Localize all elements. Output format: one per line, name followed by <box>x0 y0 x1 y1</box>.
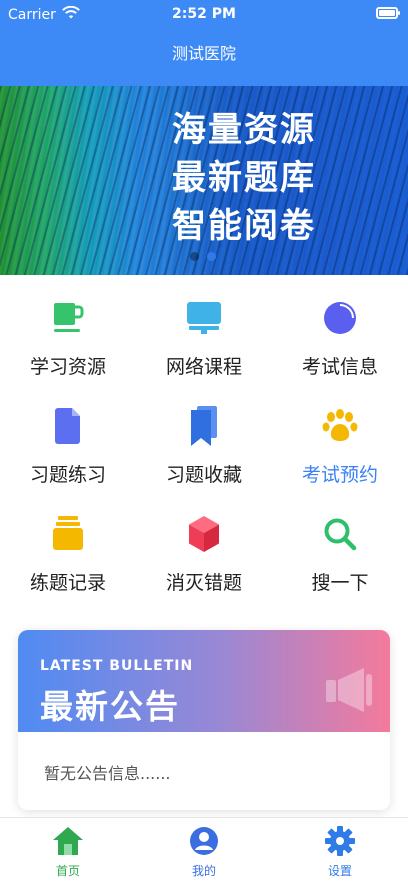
menu-item-label: 练题记录 <box>29 572 106 594</box>
bulletin-title: 最新公告 <box>40 687 180 726</box>
bulletin-subtitle: LATEST BULLETIN <box>40 658 194 674</box>
tab-label: 我的 <box>191 864 216 878</box>
gear-icon <box>325 826 355 860</box>
paw-icon <box>320 404 360 448</box>
banner-line: 海量资源 <box>172 110 316 150</box>
tab-bar: 首页 我的 设置 <box>0 817 408 883</box>
feature-grid: 学习资源 网络课程 考试信息 习题练习 习题收藏 考试预约 练题记录 消灭错题 … <box>0 288 408 618</box>
battery-icon <box>376 7 400 19</box>
home-icon <box>52 826 84 860</box>
menu-item-label: 考试预约 <box>301 464 378 486</box>
banner-line: 智能阅卷 <box>172 206 316 246</box>
user-icon <box>189 826 219 860</box>
clock: 2:52 PM <box>172 6 236 22</box>
menu-item-label: 网络课程 <box>165 356 242 378</box>
bulletin-header: LATEST BULLETIN 最新公告 <box>18 630 390 732</box>
menu-item-search[interactable]: 搜一下 <box>272 504 408 612</box>
menu-item-favorites[interactable]: 习题收藏 <box>136 396 272 504</box>
bulletin-empty-text: 暂无公告信息...... <box>44 764 171 783</box>
search-icon <box>320 512 360 556</box>
menu-item-online-courses[interactable]: 网络课程 <box>136 288 272 396</box>
banner-carousel[interactable]: 海量资源 最新题库 智能阅卷 <box>0 86 408 275</box>
header: Carrier 2:52 PM 测试医院 <box>0 0 408 86</box>
page-title: 测试医院 <box>171 44 236 63</box>
document-icon <box>48 404 88 448</box>
cube-icon <box>184 512 224 556</box>
tab-home[interactable]: 首页 <box>0 818 136 883</box>
tab-mine[interactable]: 我的 <box>136 818 272 883</box>
menu-item-label: 搜一下 <box>311 572 369 594</box>
cup-icon <box>48 296 88 340</box>
tab-label: 首页 <box>55 864 80 878</box>
megaphone-icon <box>324 664 380 720</box>
tab-settings[interactable]: 设置 <box>272 818 408 883</box>
menu-item-label: 学习资源 <box>29 356 106 378</box>
menu-item-label: 消灭错题 <box>165 572 242 594</box>
menu-item-label: 考试信息 <box>301 356 378 378</box>
bookmark-icon <box>184 404 224 448</box>
menu-item-label: 习题练习 <box>29 464 106 486</box>
bulletin-card[interactable]: LATEST BULLETIN 最新公告 暂无公告信息...... <box>18 630 390 810</box>
carousel-dot[interactable] <box>190 252 199 261</box>
menu-item-exam-info[interactable]: 考试信息 <box>272 288 408 396</box>
menu-item-study-resources[interactable]: 学习资源 <box>0 288 136 396</box>
carousel-indicator <box>190 252 216 261</box>
tab-label: 设置 <box>327 864 352 878</box>
menu-item-wrong-questions[interactable]: 消灭错题 <box>136 504 272 612</box>
menu-item-exam-booking[interactable]: 考试预约 <box>272 396 408 504</box>
carousel-dot-active[interactable] <box>207 252 216 261</box>
menu-item-practice-records[interactable]: 练题记录 <box>0 504 136 612</box>
stack-icon <box>48 512 88 556</box>
pie-chart-icon <box>320 296 360 340</box>
menu-item-practice[interactable]: 习题练习 <box>0 396 136 504</box>
menu-item-label: 习题收藏 <box>165 464 242 486</box>
monitor-icon <box>184 296 224 340</box>
banner-slogan: 海量资源 最新题库 智能阅卷 <box>172 106 390 250</box>
app-screen: Carrier 2:52 PM 测试医院 海量资源 最新题库 智能阅卷 学习资源… <box>0 0 408 883</box>
status-bar: Carrier 2:52 PM <box>0 0 408 30</box>
banner-line: 最新题库 <box>172 158 316 198</box>
